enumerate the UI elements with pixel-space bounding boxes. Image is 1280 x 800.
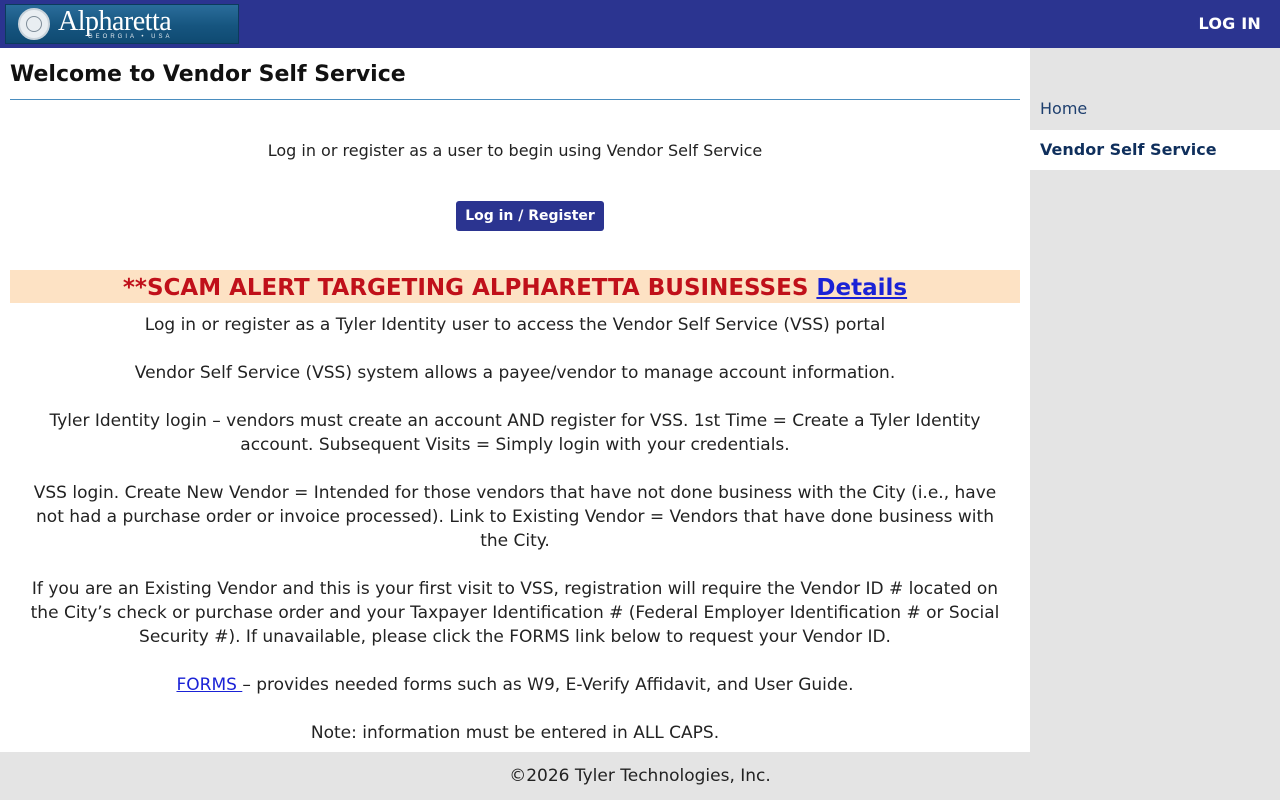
forms-paragraph: FORMS – provides needed forms such as W9… (20, 673, 1010, 697)
header-login-link[interactable]: LOG IN (1199, 14, 1261, 33)
info-paragraph: If you are an Existing Vendor and this i… (30, 579, 1000, 647)
info-paragraph: Vendor Self Service (VSS) system allows … (134, 363, 896, 383)
top-header: Alpharetta GEORGIA • USA LOG IN (0, 0, 1280, 48)
sidebar-item-vendor-self-service[interactable]: Vendor Self Service (1030, 130, 1280, 170)
note-paragraph: Note: information must be entered in ALL… (310, 723, 720, 743)
sidebar-nav: Home Vendor Self Service (1030, 48, 1280, 752)
forms-description: – provides needed forms such as W9, E-Ve… (242, 675, 854, 695)
intro-text: Log in or register as a user to begin us… (267, 141, 763, 160)
title-divider (10, 99, 1020, 100)
alpharetta-logo[interactable]: Alpharetta GEORGIA • USA (5, 4, 239, 44)
logo-subtext: GEORGIA • USA (88, 34, 173, 40)
city-seal-icon (18, 8, 50, 40)
forms-link[interactable]: FORMS (176, 675, 242, 695)
sidebar-item-home[interactable]: Home (1030, 89, 1280, 129)
page-title: Welcome to Vendor Self Service (10, 62, 406, 87)
info-paragraph: Log in or register as a Tyler Identity u… (144, 315, 886, 335)
footer: ©2026 Tyler Technologies, Inc. (0, 752, 1280, 800)
footer-copyright: ©2026 Tyler Technologies, Inc. (509, 766, 771, 786)
vss-info-section: Log in or register as a Tyler Identity u… (20, 313, 1010, 752)
scam-alert-details-link[interactable]: Details (816, 275, 907, 301)
login-register-button[interactable]: Log in / Register (456, 201, 604, 231)
info-paragraph: VSS login. Create New Vendor = Intended … (33, 483, 997, 551)
scam-alert-text: **SCAM ALERT TARGETING ALPHARETTA BUSINE… (122, 275, 809, 301)
scam-alert-banner: **SCAM ALERT TARGETING ALPHARETTA BUSINE… (10, 270, 1020, 303)
main-content: Welcome to Vendor Self Service Log in or… (0, 48, 1030, 752)
logo-text: Alpharetta (58, 6, 172, 37)
info-paragraph: Tyler Identity login – vendors must crea… (49, 411, 981, 455)
